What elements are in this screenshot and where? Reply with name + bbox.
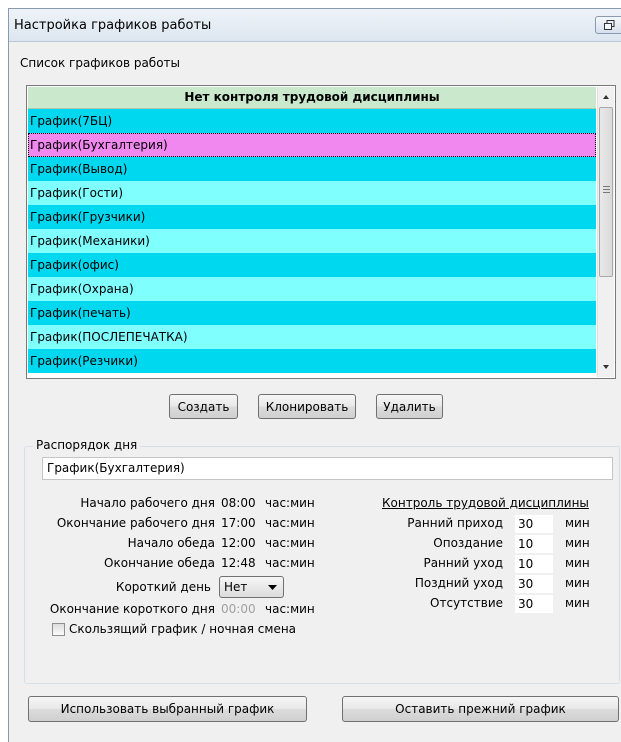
lunch-end-label: Окончание обеда	[104, 556, 215, 570]
grip-line	[603, 186, 610, 187]
work-end-label: Окончание рабочего дня	[56, 516, 215, 530]
late-label: Опоздание	[433, 536, 503, 550]
grip-line	[603, 189, 610, 190]
lunch-start-field[interactable]: 12:00	[221, 536, 256, 550]
keep-previous-schedule-button[interactable]: Оставить прежний график	[342, 696, 619, 722]
schedule-name-field[interactable]: График(Бухгалтерия)	[42, 457, 613, 480]
time-unit-label: час:мин	[265, 536, 315, 550]
list-item[interactable]: График(печать)	[28, 301, 596, 325]
scroll-up-arrow-icon[interactable]	[598, 89, 614, 105]
title-bar: Настройка графиков работы	[9, 9, 621, 42]
short-day-value: Нет	[224, 580, 248, 594]
grip-line	[603, 192, 610, 193]
early-leave-label: Ранний уход	[423, 556, 503, 570]
list-item[interactable]: График(Грузчики)	[28, 205, 596, 229]
list-item[interactable]: График(офис)	[28, 253, 596, 277]
use-selected-schedule-button[interactable]: Использовать выбранный график	[28, 696, 307, 722]
clone-button[interactable]: Клонировать	[258, 394, 356, 419]
work-end-field[interactable]: 17:00	[221, 516, 256, 530]
minutes-unit-label: мин	[565, 556, 590, 570]
absence-label: Отсутствие	[430, 596, 503, 610]
window-title: Настройка графиков работы	[14, 18, 212, 33]
list-item[interactable]: График(Резчики)	[28, 349, 596, 373]
list-item[interactable]: График(ПОСЛЕПЕЧАТКА)	[28, 325, 596, 349]
create-button[interactable]: Создать	[169, 394, 238, 419]
discipline-title: Контроль трудовой дисциплины	[382, 496, 589, 510]
early-leave-field[interactable]: 10	[515, 555, 553, 573]
late-field[interactable]: 10	[515, 535, 553, 553]
minutes-unit-label: мин	[565, 536, 590, 550]
schedule-settings-window: Настройка графиков работы Список графико…	[8, 8, 621, 742]
delete-button[interactable]: Удалить	[376, 394, 443, 419]
time-unit-label: час:мин	[265, 496, 315, 510]
vertical-scrollbar[interactable]	[597, 87, 614, 377]
list-item[interactable]: График(Вывод)	[28, 157, 596, 181]
time-unit-label: час:мин	[265, 556, 315, 570]
short-day-select[interactable]: Нет	[219, 576, 284, 598]
list-item[interactable]: График(Охрана)	[28, 277, 596, 301]
late-leave-label: Поздний уход	[414, 576, 503, 590]
sliding-schedule-checkbox[interactable]	[52, 623, 65, 636]
lunch-end-field[interactable]: 12:48	[221, 556, 256, 570]
work-start-field[interactable]: 08:00	[221, 496, 256, 510]
list-item[interactable]: График(7БЦ)	[28, 109, 596, 133]
minutes-unit-label: мин	[565, 516, 590, 530]
work-start-label: Начало рабочего дня	[80, 496, 215, 510]
sliding-schedule-label[interactable]: Скользящий график / ночная смена	[69, 622, 296, 636]
list-item[interactable]: График(Гости)	[28, 181, 596, 205]
minutes-unit-label: мин	[565, 576, 590, 590]
short-day-end-label: Окончание короткого дня	[49, 602, 215, 616]
late-leave-field[interactable]: 30	[515, 575, 553, 593]
list-header: Нет контроля трудовой дисциплины	[28, 87, 596, 109]
schedule-list-caption: Список графиков работы	[20, 56, 181, 70]
restore-window-button[interactable]	[595, 16, 621, 34]
absence-field[interactable]: 30	[515, 595, 553, 613]
early-arrival-field[interactable]: 30	[515, 515, 553, 533]
scroll-thumb[interactable]	[599, 107, 613, 277]
minutes-unit-label: мин	[565, 596, 590, 610]
time-unit-label: час:мин	[265, 516, 315, 530]
group-title: Распорядок дня	[33, 438, 141, 452]
list-item[interactable]: График(Механики)	[28, 229, 596, 253]
lunch-start-label: Начало обеда	[127, 536, 215, 550]
schedule-listbox[interactable]: Нет контроля трудовой дисциплины График(…	[26, 85, 616, 379]
short-day-label: Короткий день	[115, 580, 211, 594]
early-arrival-label: Ранний приход	[407, 516, 503, 530]
restore-icon	[604, 20, 615, 30]
time-unit-label: час:мин	[265, 602, 315, 616]
list-item-selected[interactable]: График(Бухгалтерия)	[28, 133, 596, 157]
scroll-down-arrow-icon[interactable]	[598, 359, 614, 375]
short-day-end-field: 00:00	[221, 602, 256, 616]
chevron-down-icon	[268, 585, 277, 590]
